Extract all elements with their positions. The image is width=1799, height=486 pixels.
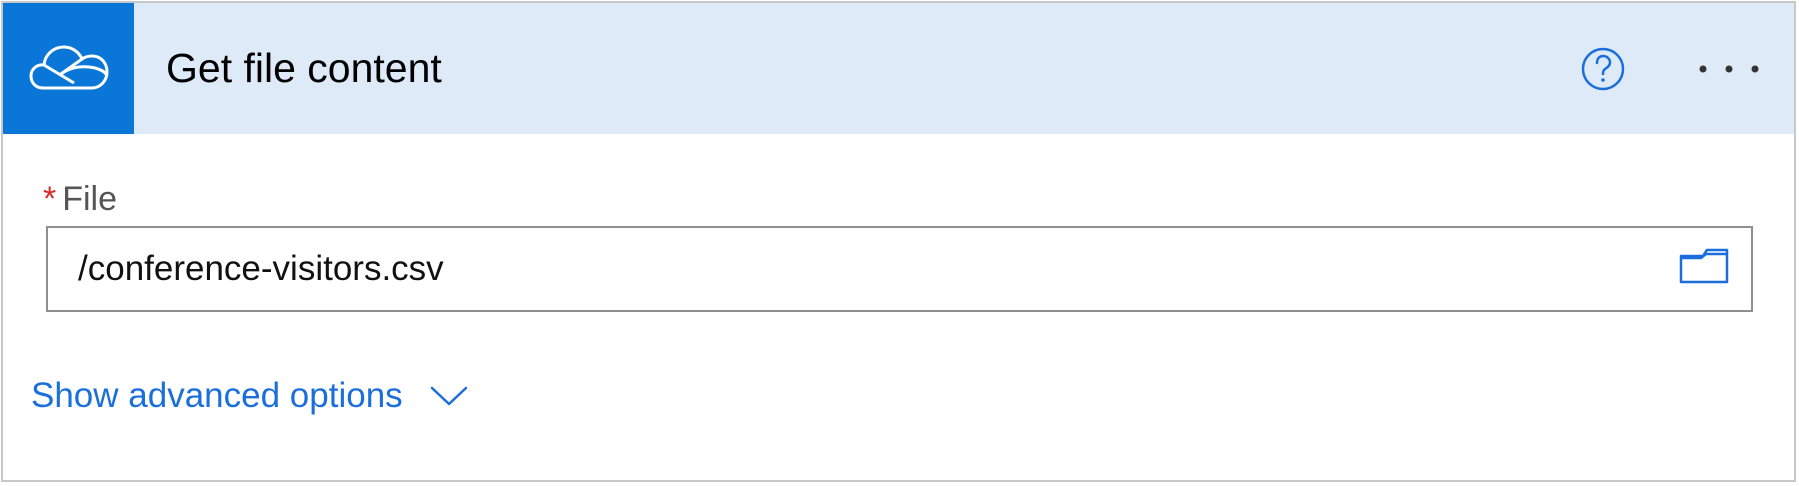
show-advanced-options-toggle[interactable]: Show advanced options: [31, 374, 469, 418]
required-indicator: *: [43, 180, 57, 218]
more-horizontal-icon: [1697, 62, 1761, 80]
file-label-text: File: [62, 180, 118, 218]
help-button[interactable]: [1577, 45, 1629, 97]
onedrive-cloud-icon: [29, 38, 109, 99]
help-circle-icon: [1580, 46, 1626, 97]
action-title: Get file content: [166, 45, 442, 91]
folder-icon: [1679, 248, 1729, 289]
chevron-down-icon: [429, 381, 469, 411]
show-advanced-options-label: Show advanced options: [31, 376, 403, 415]
file-field-label: * File: [43, 178, 117, 220]
file-input[interactable]: /conference-visitors.csv: [46, 226, 1753, 312]
file-picker-button[interactable]: [1679, 248, 1729, 288]
service-icon-tile: [3, 3, 134, 134]
file-input-value: /conference-visitors.csv: [78, 249, 444, 288]
more-options-button[interactable]: [1693, 51, 1765, 91]
action-card: Get file content * File /conference-visi…: [1, 1, 1796, 482]
action-header[interactable]: Get file content: [3, 3, 1794, 134]
